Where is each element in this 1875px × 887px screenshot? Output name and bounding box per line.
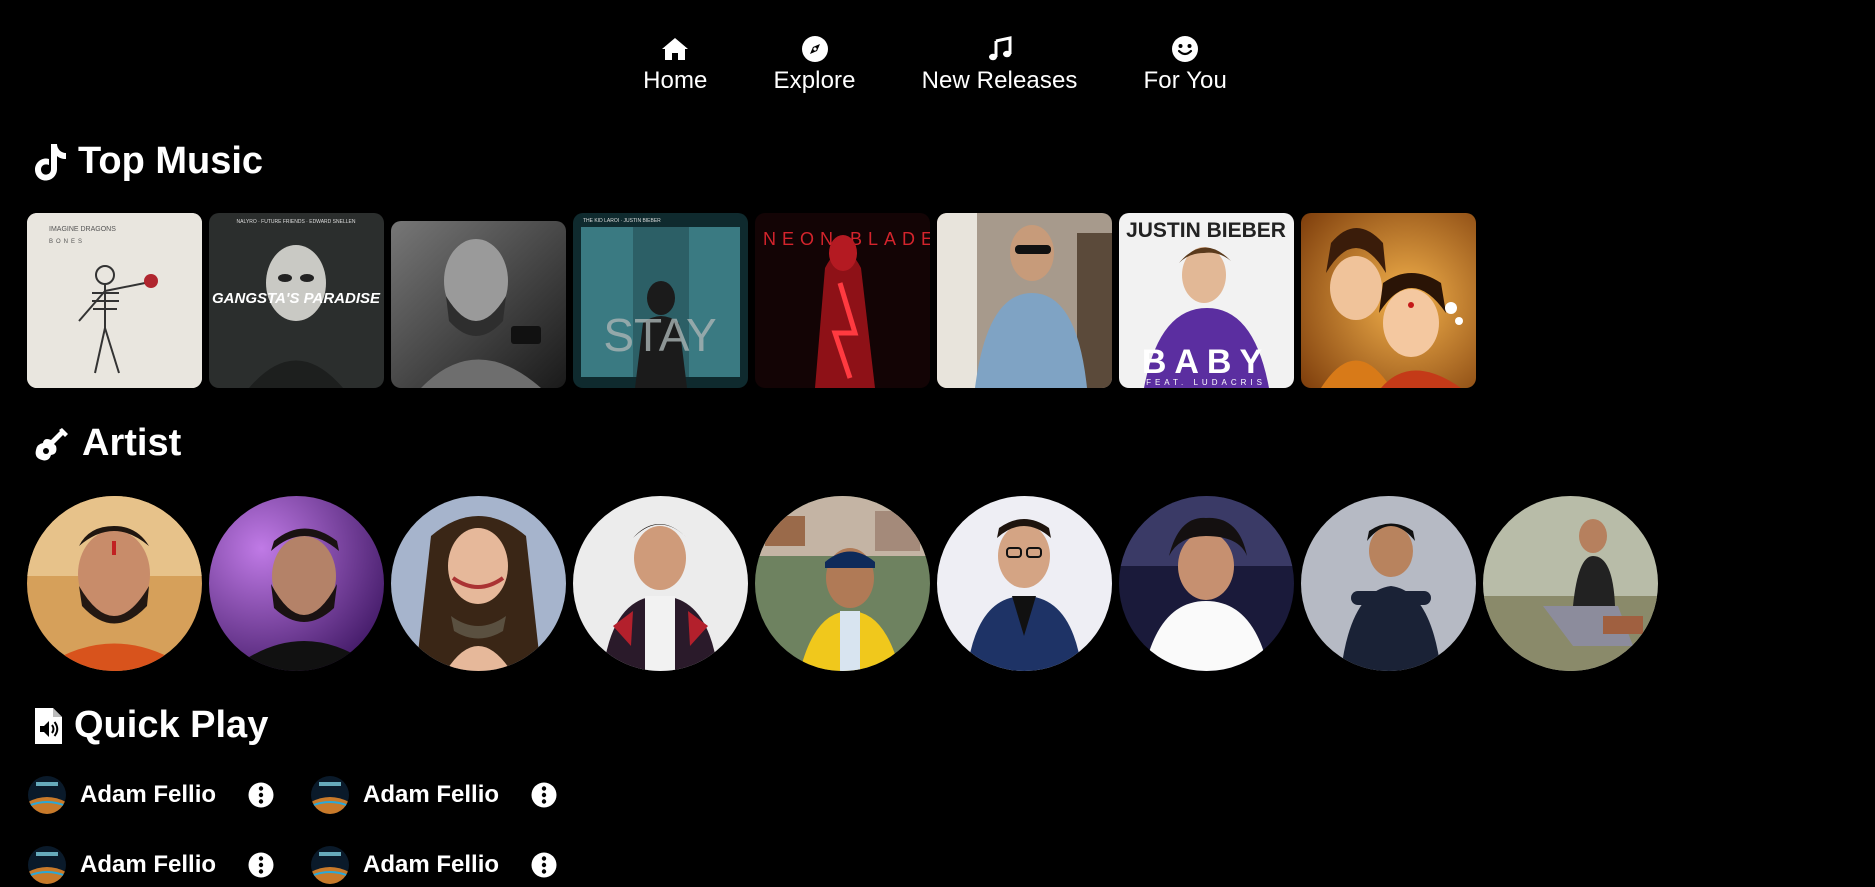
album-card-stay[interactable]: THE KID LAROI · JUSTIN BIEBER STAY (573, 213, 748, 388)
quick-play-title: Adam Fellio (363, 851, 500, 878)
album-text-bottom: BONES (49, 239, 85, 245)
quick-play-thumbnail (311, 776, 349, 814)
artist-photo (391, 496, 566, 671)
artist-title: Artist (82, 422, 182, 464)
tiktok-icon (35, 143, 66, 180)
more-info-icon[interactable] (248, 782, 274, 808)
artist-avatar-7[interactable] (1119, 496, 1294, 671)
artist-photo (755, 496, 930, 671)
nav-explore[interactable]: Explore (773, 33, 855, 95)
artist-photo (27, 496, 202, 671)
nav-for-you[interactable]: For You (1144, 33, 1227, 95)
artist-avatar-8[interactable] (1301, 496, 1476, 671)
nav-explore-label: Explore (773, 67, 856, 94)
artist-heading: Artist (32, 422, 181, 465)
album-text-main: BABY (1142, 343, 1270, 381)
album-text-main: STAY (603, 309, 716, 361)
top-music-heading: Top Music (32, 140, 263, 183)
top-music-title: Top Music (78, 140, 264, 182)
album-cover-art (937, 213, 1112, 388)
quick-play-list: Adam Fellio Adam Fellio Adam Fellio Adam… (28, 776, 594, 884)
album-text-main: GANGSTA'S PARADISE (212, 290, 381, 307)
album-cover-art: THE KID LAROI · JUSTIN BIEBER STAY (573, 213, 748, 388)
album-text-top: IMAGINE DRAGONS (49, 226, 116, 233)
artist-photo (573, 496, 748, 671)
nav-home-label: Home (643, 67, 708, 94)
artist-avatar-9[interactable] (1483, 496, 1658, 671)
nav-new-releases[interactable]: New Releases (922, 33, 1078, 95)
quick-play-heading: Quick Play (32, 704, 268, 747)
home-icon (662, 38, 689, 60)
quick-play-thumbnail (311, 846, 349, 884)
album-text-top: NALYRO · FUTURE FRIENDS · EDWARD SNELLEN (237, 219, 356, 225)
nav-home[interactable]: Home (643, 33, 707, 95)
artist-avatar-4[interactable] (573, 496, 748, 671)
audio-file-icon (35, 707, 62, 744)
artist-avatar-1[interactable] (27, 496, 202, 671)
artist-photo (209, 496, 384, 671)
album-card-neon-blade[interactable]: NEON BLADE (755, 213, 930, 388)
album-text-top: JUSTIN BIEBER (1126, 219, 1286, 242)
album-card-8[interactable] (1301, 213, 1476, 388)
nav-for-you-label: For You (1143, 67, 1227, 94)
quick-play-title: Adam Fellio (80, 851, 217, 878)
album-text-top: THE KID LAROI · JUSTIN BIEBER (583, 218, 661, 224)
album-card-3[interactable] (391, 221, 566, 388)
top-music-row: IMAGINE DRAGONS BONES NALYRO · FUTURE FR… (27, 213, 1476, 388)
artist-photo (1301, 496, 1476, 671)
artist-photo (937, 496, 1112, 671)
album-card-gangstas-paradise[interactable]: NALYRO · FUTURE FRIENDS · EDWARD SNELLEN… (209, 213, 384, 388)
more-info-icon[interactable] (531, 852, 557, 878)
quick-play-title: Adam Fellio (363, 781, 500, 808)
artist-row (27, 496, 1658, 671)
quick-play-item[interactable]: Adam Fellio (311, 776, 594, 814)
compass-icon (801, 36, 828, 62)
artist-avatar-3[interactable] (391, 496, 566, 671)
album-cover-art: NEON BLADE (755, 213, 930, 388)
guitar-icon (35, 427, 68, 460)
album-card-baby[interactable]: JUSTIN BIEBER BABY FEAT. LUDACRIS (1119, 213, 1294, 388)
artist-photo (1483, 496, 1658, 671)
quick-play-thumbnail (28, 776, 66, 814)
more-info-icon[interactable] (248, 852, 274, 878)
top-nav: Home Explore New Releases For You (0, 33, 1875, 95)
quick-play-item[interactable]: Adam Fellio (28, 776, 311, 814)
album-cover-art: IMAGINE DRAGONS BONES (27, 213, 202, 388)
more-info-icon[interactable] (531, 782, 557, 808)
album-cover-art: JUSTIN BIEBER BABY FEAT. LUDACRIS (1119, 213, 1294, 388)
quick-play-item[interactable]: Adam Fellio (28, 846, 311, 884)
album-text-bottom: FEAT. LUDACRIS (1146, 378, 1266, 387)
album-cover-art (1301, 213, 1476, 388)
quick-play-title: Quick Play (74, 704, 269, 746)
quick-play-item[interactable]: Adam Fellio (311, 846, 594, 884)
album-cover-art: NALYRO · FUTURE FRIENDS · EDWARD SNELLEN… (209, 213, 384, 388)
artist-photo (1119, 496, 1294, 671)
artist-avatar-6[interactable] (937, 496, 1112, 671)
artist-avatar-5[interactable] (755, 496, 930, 671)
artist-avatar-2[interactable] (209, 496, 384, 671)
album-card-bones[interactable]: IMAGINE DRAGONS BONES (27, 213, 202, 388)
quick-play-thumbnail (28, 846, 66, 884)
quick-play-title: Adam Fellio (80, 781, 217, 808)
smile-icon (1172, 36, 1199, 62)
nav-new-releases-label: New Releases (921, 67, 1078, 94)
album-card-6[interactable] (937, 213, 1112, 388)
album-cover-art (391, 221, 566, 388)
music-note-icon (988, 36, 1012, 61)
